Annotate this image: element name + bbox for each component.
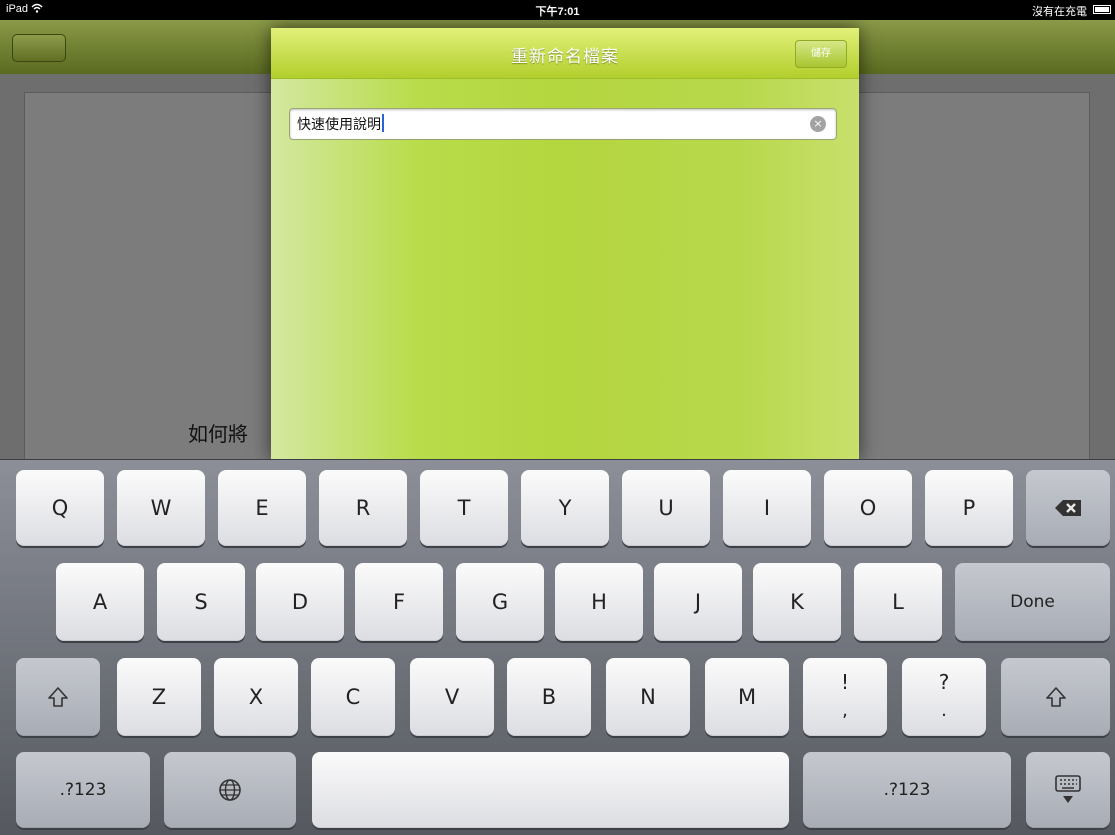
key-a[interactable]: A xyxy=(56,563,144,641)
key-label: T xyxy=(457,496,471,520)
key-s[interactable]: S xyxy=(157,563,245,641)
key-label: K xyxy=(790,590,804,614)
status-time: 下午7:01 xyxy=(535,6,580,18)
shift-icon xyxy=(48,687,68,707)
key-top-label: ? xyxy=(938,670,950,694)
keyboard-dismiss-icon xyxy=(1055,775,1081,803)
key-label: D xyxy=(291,590,309,614)
key-label: G xyxy=(491,590,509,614)
key-k[interactable]: K xyxy=(753,563,841,641)
text-caret xyxy=(382,114,384,132)
key-label: Z xyxy=(151,685,167,709)
key-label: S xyxy=(194,590,208,614)
dismiss-keyboard-key[interactable] xyxy=(1026,752,1110,828)
key-c[interactable]: C xyxy=(311,658,395,736)
key-label: J xyxy=(694,590,702,614)
globe-key[interactable] xyxy=(164,752,296,828)
key-u[interactable]: U xyxy=(622,470,710,546)
key-y[interactable]: Y xyxy=(521,470,609,546)
backspace-key[interactable] xyxy=(1026,470,1110,546)
key-label: V xyxy=(444,685,460,709)
shift-icon xyxy=(1045,687,1066,707)
shift-key-right[interactable] xyxy=(1001,658,1110,736)
key-label: L xyxy=(892,590,904,614)
key-label: X xyxy=(248,685,264,709)
filename-value: 快速使用說明 xyxy=(297,117,381,133)
key-e[interactable]: E xyxy=(218,470,306,546)
key-z[interactable]: Z xyxy=(117,658,201,736)
key-h[interactable]: H xyxy=(555,563,643,641)
charging-status: 沒有在充電 xyxy=(1032,6,1087,18)
globe-icon xyxy=(219,779,241,801)
space-bar[interactable] xyxy=(312,752,789,828)
filename-value-wrap: 快速使用說明 xyxy=(297,114,384,134)
key-label: M xyxy=(737,685,757,709)
key-label: U xyxy=(658,496,674,520)
onscreen-keyboard: Q W E R T Y U I O P A S D F G H J K L Do… xyxy=(0,459,1115,835)
key-j[interactable]: J xyxy=(654,563,742,641)
filename-input[interactable]: 快速使用說明 × xyxy=(289,108,837,140)
key-d[interactable]: D xyxy=(256,563,344,641)
numbers-label: .?123 xyxy=(883,780,931,800)
key-label: I xyxy=(763,496,771,520)
battery-icon xyxy=(1093,5,1111,14)
key-label: E xyxy=(255,496,269,520)
clear-text-icon[interactable]: × xyxy=(810,116,826,132)
key-label: R xyxy=(355,496,371,520)
key-label: N xyxy=(640,685,656,709)
back-button[interactable] xyxy=(12,34,66,62)
key-label: P xyxy=(962,496,976,520)
backspace-icon xyxy=(1055,500,1081,516)
document-text: 如何將 xyxy=(188,422,248,446)
shift-key-left[interactable] xyxy=(16,658,100,736)
key-o[interactable]: O xyxy=(824,470,912,546)
key-l[interactable]: L xyxy=(854,563,942,641)
key-exclamation-comma[interactable]: ! , xyxy=(803,658,887,736)
key-x[interactable]: X xyxy=(214,658,298,736)
key-r[interactable]: R xyxy=(319,470,407,546)
key-g[interactable]: G xyxy=(456,563,544,641)
key-i[interactable]: I xyxy=(723,470,811,546)
key-label: H xyxy=(591,590,607,614)
key-label: Q xyxy=(51,496,69,520)
key-t[interactable]: T xyxy=(420,470,508,546)
dialog-header: 重新命名檔案 儲存 xyxy=(271,28,859,79)
key-top-label: ! xyxy=(840,670,850,694)
save-button[interactable]: 儲存 xyxy=(795,40,847,68)
numbers-label: .?123 xyxy=(59,780,107,800)
key-label: C xyxy=(345,685,361,709)
key-m[interactable]: M xyxy=(705,658,789,736)
key-label: Y xyxy=(558,496,572,520)
key-bottom-label: , xyxy=(842,700,848,721)
key-label: A xyxy=(92,590,108,614)
numbers-key-left[interactable]: .?123 xyxy=(16,752,150,828)
key-question-period[interactable]: ? . xyxy=(902,658,986,736)
numbers-key-right[interactable]: .?123 xyxy=(803,752,1011,828)
key-b[interactable]: B xyxy=(507,658,591,736)
key-label: F xyxy=(392,590,406,614)
key-q[interactable]: Q xyxy=(16,470,104,546)
status-bar: iPad 下午7:01 沒有在充電 xyxy=(0,0,1115,20)
dialog-title: 重新命名檔案 xyxy=(511,47,619,67)
key-f[interactable]: F xyxy=(355,563,443,641)
done-key[interactable]: Done xyxy=(955,563,1110,641)
key-w[interactable]: W xyxy=(117,470,205,546)
done-label: Done xyxy=(1010,592,1055,612)
key-n[interactable]: N xyxy=(606,658,690,736)
key-label: B xyxy=(541,685,557,709)
key-label: O xyxy=(859,496,877,520)
key-p[interactable]: P xyxy=(925,470,1013,546)
key-bottom-label: . xyxy=(941,700,947,721)
key-v[interactable]: V xyxy=(410,658,494,736)
rename-file-dialog: 重新命名檔案 儲存 快速使用說明 × xyxy=(271,28,859,460)
key-label: W xyxy=(150,496,172,520)
